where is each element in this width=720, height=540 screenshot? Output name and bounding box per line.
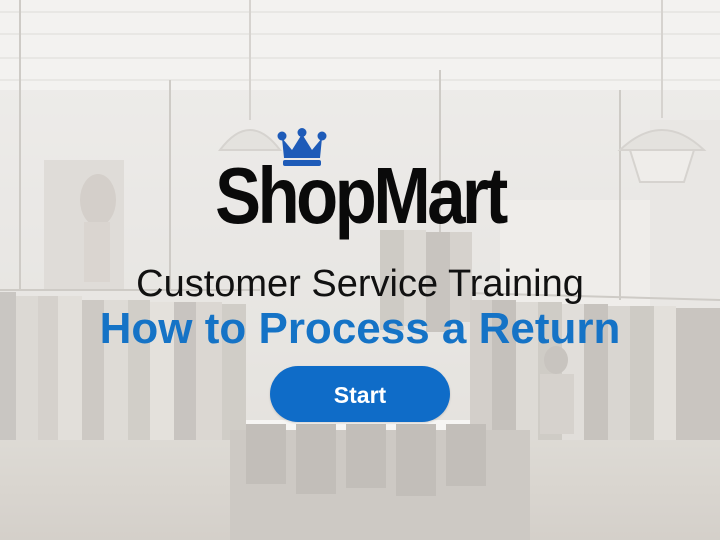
course-subtitle: Customer Service Training <box>136 263 584 305</box>
start-button[interactable]: Start <box>270 366 450 422</box>
shopmart-logo: ShopMart <box>180 128 540 258</box>
logo-wordmark: ShopMart <box>215 151 508 240</box>
title-slide: ShopMart Customer Service Training How t… <box>0 0 720 540</box>
course-title: How to Process a Return <box>99 304 621 353</box>
